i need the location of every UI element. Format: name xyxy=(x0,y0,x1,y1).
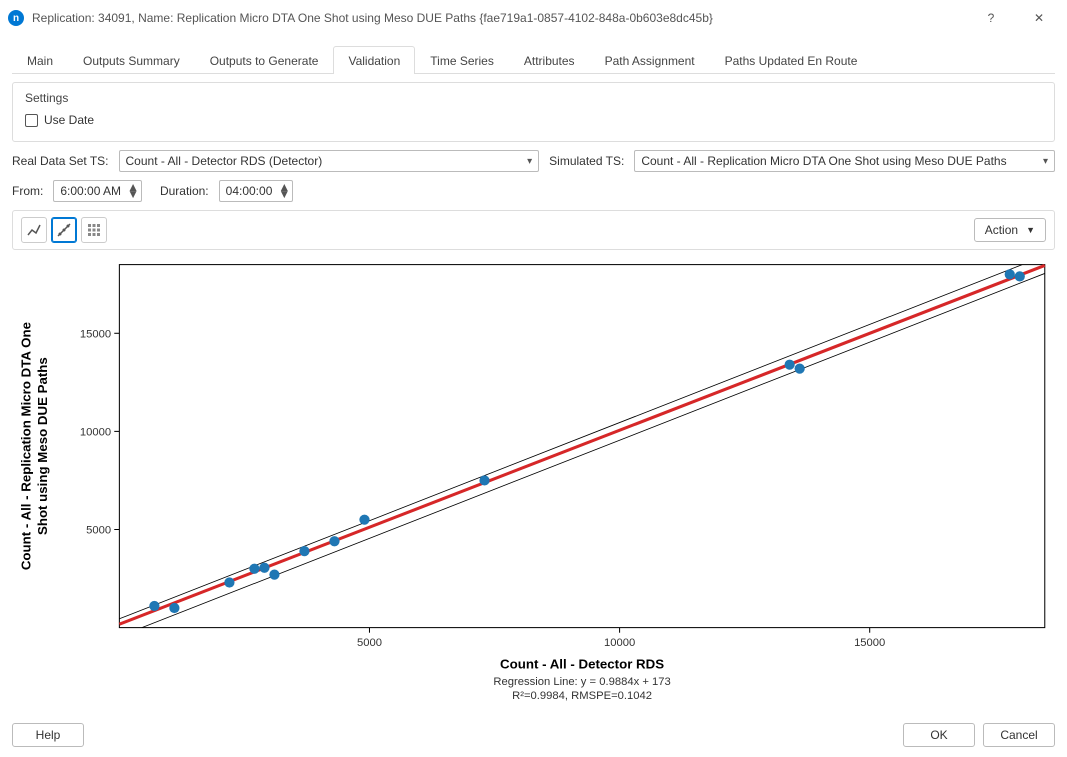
tab-outputs-summary[interactable]: Outputs Summary xyxy=(68,46,195,74)
svg-text:R²=0.9984, RMSPE=0.1042: R²=0.9984, RMSPE=0.1042 xyxy=(512,690,652,702)
svg-text:10000: 10000 xyxy=(604,637,635,649)
chevron-down-icon: ▾ xyxy=(1043,156,1048,167)
scatter-chart: 5000 10000 15000 5000 10000 15000 Count - All … xyxy=(12,258,1055,711)
tab-strip: MainOutputs SummaryOutputs to GenerateVa… xyxy=(12,46,1055,74)
from-label: From: xyxy=(12,184,43,198)
window-title: Replication: 34091, Name: Replication Mi… xyxy=(32,11,963,25)
tab-outputs-to-generate[interactable]: Outputs to Generate xyxy=(195,46,334,74)
sim-ts-select[interactable]: Count - All - Replication Micro DTA One … xyxy=(634,150,1055,172)
line-chart-icon xyxy=(26,222,42,238)
from-time-spinner[interactable]: 6:00:00 AM ▲▼ xyxy=(53,180,142,202)
tab-path-assignment[interactable]: Path Assignment xyxy=(590,46,710,74)
svg-text:15000: 15000 xyxy=(80,328,111,340)
table-button[interactable] xyxy=(81,217,107,243)
chart-area: 5000 10000 15000 5000 10000 15000 Count - All … xyxy=(12,258,1055,711)
caret-down-icon: ▼ xyxy=(1026,225,1035,235)
close-button[interactable]: ✕ xyxy=(1019,6,1059,30)
use-date-checkbox[interactable]: Use Date xyxy=(25,113,1042,127)
dataset-row: Real Data Set TS: Count - All - Detector… xyxy=(12,150,1055,172)
scatter-chart-button[interactable] xyxy=(51,217,77,243)
svg-text:Regression Line: y = 0.9884x +: Regression Line: y = 0.9884x + 173 xyxy=(493,676,670,688)
tab-validation[interactable]: Validation xyxy=(333,46,415,74)
line-chart-button[interactable] xyxy=(21,217,47,243)
checkbox-box-icon xyxy=(25,114,38,127)
ok-button[interactable]: OK xyxy=(903,723,975,747)
duration-label: Duration: xyxy=(160,184,209,198)
grid-icon xyxy=(86,222,102,238)
cancel-button[interactable]: Cancel xyxy=(983,723,1055,747)
duration-spinner[interactable]: 04:00:00 ▲▼ xyxy=(219,180,294,202)
action-button[interactable]: Action ▼ xyxy=(974,218,1046,242)
svg-text:Count - All - Replication Micr: Count - All - Replication Micro DTA One xyxy=(18,322,33,570)
app-icon: n xyxy=(8,10,24,26)
titlebar: n Replication: 34091, Name: Replication … xyxy=(0,0,1067,36)
scatter-chart-icon xyxy=(56,222,72,238)
svg-text:Shot using Meso DUE Paths: Shot using Meso DUE Paths xyxy=(35,357,50,535)
settings-group: Settings Use Date xyxy=(12,82,1055,142)
svg-text:15000: 15000 xyxy=(854,637,885,649)
spinner-down-icon[interactable]: ▼ xyxy=(278,191,290,198)
svg-text:10000: 10000 xyxy=(80,426,111,438)
chevron-down-icon: ▾ xyxy=(527,156,532,167)
help-button[interactable]: ? xyxy=(971,6,1011,30)
spinner-down-icon[interactable]: ▼ xyxy=(127,191,139,198)
sim-ts-label: Simulated TS: xyxy=(549,154,624,168)
time-row: From: 6:00:00 AM ▲▼ Duration: 04:00:00 ▲… xyxy=(12,180,1055,202)
dialog-footer: Help OK Cancel xyxy=(12,719,1055,747)
real-ts-select[interactable]: Count - All - Detector RDS (Detector) ▾ xyxy=(119,150,540,172)
tab-paths-updated-en-route[interactable]: Paths Updated En Route xyxy=(710,46,873,74)
sim-ts-value: Count - All - Replication Micro DTA One … xyxy=(641,154,1006,168)
plot-toolbar: Action ▼ xyxy=(12,210,1055,250)
tab-main[interactable]: Main xyxy=(12,46,68,74)
svg-text:5000: 5000 xyxy=(357,637,382,649)
real-ts-value: Count - All - Detector RDS (Detector) xyxy=(126,154,323,168)
duration-value: 04:00:00 xyxy=(226,184,273,198)
action-label: Action xyxy=(985,223,1018,237)
tab-time-series[interactable]: Time Series xyxy=(415,46,509,74)
help-button[interactable]: Help xyxy=(12,723,84,747)
use-date-label: Use Date xyxy=(44,113,94,127)
tab-attributes[interactable]: Attributes xyxy=(509,46,590,74)
svg-text:Count - All - Detector RDS: Count - All - Detector RDS xyxy=(500,657,664,672)
svg-text:5000: 5000 xyxy=(86,525,111,537)
real-ts-label: Real Data Set TS: xyxy=(12,154,109,168)
settings-title: Settings xyxy=(25,91,1042,105)
from-time-value: 6:00:00 AM xyxy=(60,184,121,198)
